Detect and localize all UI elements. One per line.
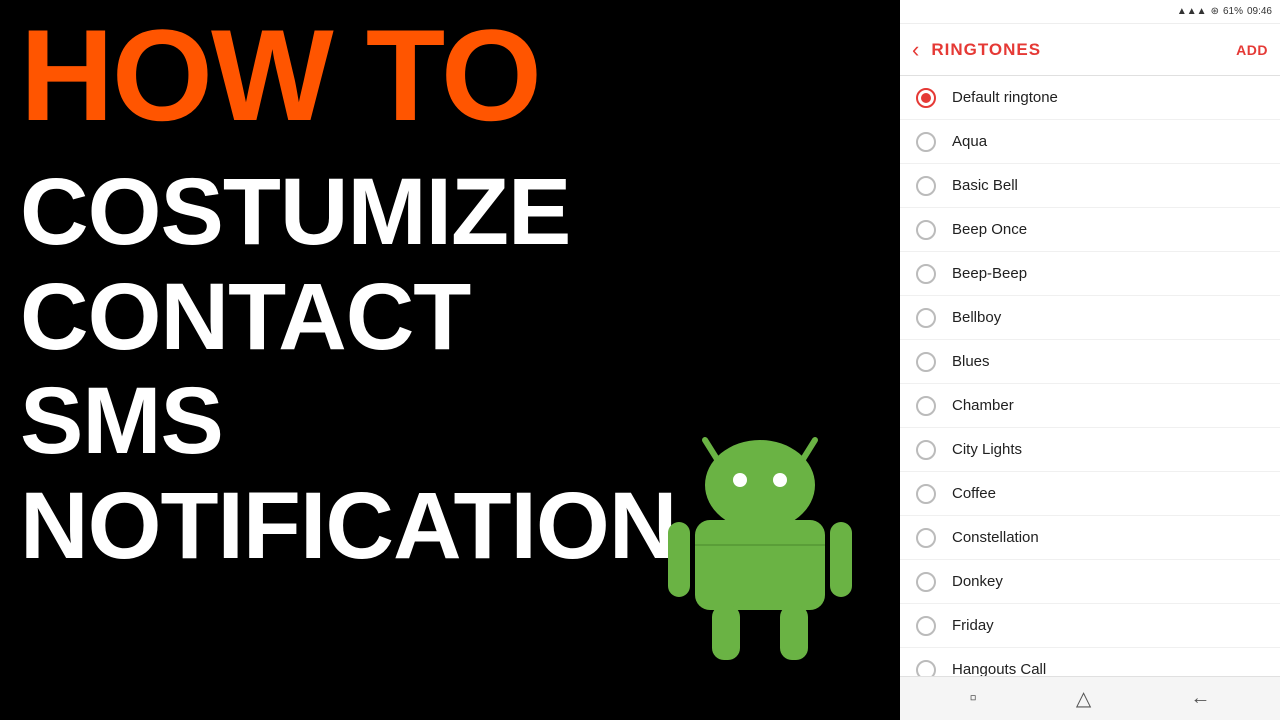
ringtone-item[interactable]: Donkey bbox=[900, 560, 1280, 604]
radio-button bbox=[916, 176, 936, 196]
radio-button bbox=[916, 264, 936, 284]
back-nav-icon[interactable]: ← bbox=[1190, 687, 1210, 710]
radio-button bbox=[916, 440, 936, 460]
right-panel: ▲▲▲ ⊛ 61% 09:46 ‹ RINGTONES ADD Default … bbox=[900, 0, 1280, 720]
left-panel: HOW TO COSTUMIZECONTACTSMSNOTIFICATION bbox=[0, 0, 900, 720]
ringtone-item[interactable]: Friday bbox=[900, 604, 1280, 648]
ringtone-name: Donkey bbox=[952, 573, 1003, 590]
radio-button bbox=[916, 220, 936, 240]
recent-apps-icon[interactable]: ▫ bbox=[970, 687, 977, 710]
toolbar-title: RINGTONES bbox=[931, 40, 1224, 60]
ringtone-name: Default ringtone bbox=[952, 89, 1058, 106]
wifi-icon: ⊛ bbox=[1211, 6, 1219, 17]
radio-button bbox=[916, 88, 936, 108]
signal-icon: ▲▲▲ bbox=[1177, 6, 1207, 17]
radio-button bbox=[916, 528, 936, 548]
ringtone-name: Coffee bbox=[952, 485, 996, 502]
ringtone-name: Constellation bbox=[952, 529, 1039, 546]
time-display: 09:46 bbox=[1247, 6, 1272, 17]
radio-button bbox=[916, 616, 936, 636]
radio-button bbox=[916, 660, 936, 677]
bottom-nav: ▫ △ ← bbox=[900, 676, 1280, 720]
ringtone-name: City Lights bbox=[952, 441, 1022, 458]
sub-text: COSTUMIZECONTACTSMSNOTIFICATION bbox=[20, 160, 676, 578]
ringtone-item[interactable]: Aqua bbox=[900, 120, 1280, 164]
radio-button bbox=[916, 132, 936, 152]
ringtone-name: Basic Bell bbox=[952, 177, 1018, 194]
ringtone-name: Beep-Beep bbox=[952, 265, 1027, 282]
toolbar: ‹ RINGTONES ADD bbox=[900, 24, 1280, 76]
ringtone-name: Friday bbox=[952, 617, 994, 634]
ringtone-item[interactable]: Hangouts Call bbox=[900, 648, 1280, 676]
ringtone-item[interactable]: Basic Bell bbox=[900, 164, 1280, 208]
ringtone-name: Chamber bbox=[952, 397, 1014, 414]
ringtone-name: Hangouts Call bbox=[952, 661, 1046, 676]
ringtone-name: Bellboy bbox=[952, 309, 1001, 326]
battery-icon: 61% bbox=[1223, 6, 1243, 17]
ringtone-item[interactable]: Coffee bbox=[900, 472, 1280, 516]
ringtone-item[interactable]: Beep Once bbox=[900, 208, 1280, 252]
ringtone-item[interactable]: Blues bbox=[900, 340, 1280, 384]
home-icon[interactable]: △ bbox=[1076, 686, 1091, 711]
radio-button bbox=[916, 352, 936, 372]
ringtone-name: Aqua bbox=[952, 133, 987, 150]
radio-button bbox=[916, 484, 936, 504]
add-button[interactable]: ADD bbox=[1236, 42, 1268, 58]
ringtone-item[interactable]: City Lights bbox=[900, 428, 1280, 472]
status-bar: ▲▲▲ ⊛ 61% 09:46 bbox=[900, 0, 1280, 24]
ringtone-name: Beep Once bbox=[952, 221, 1027, 238]
ringtone-item[interactable]: Default ringtone bbox=[900, 76, 1280, 120]
main-title: HOW TO bbox=[20, 10, 540, 140]
back-button[interactable]: ‹ bbox=[912, 37, 919, 63]
ringtone-item[interactable]: Beep-Beep bbox=[900, 252, 1280, 296]
android-robot-icon bbox=[650, 400, 870, 660]
status-icons: ▲▲▲ ⊛ 61% 09:46 bbox=[1177, 6, 1272, 17]
radio-button bbox=[916, 572, 936, 592]
ringtone-name: Blues bbox=[952, 353, 990, 370]
ringtone-item[interactable]: Bellboy bbox=[900, 296, 1280, 340]
ringtone-item[interactable]: Chamber bbox=[900, 384, 1280, 428]
radio-button bbox=[916, 396, 936, 416]
ringtone-list: Default ringtone Aqua Basic Bell Beep Once B… bbox=[900, 76, 1280, 676]
radio-button bbox=[916, 308, 936, 328]
ringtone-item[interactable]: Constellation bbox=[900, 516, 1280, 560]
